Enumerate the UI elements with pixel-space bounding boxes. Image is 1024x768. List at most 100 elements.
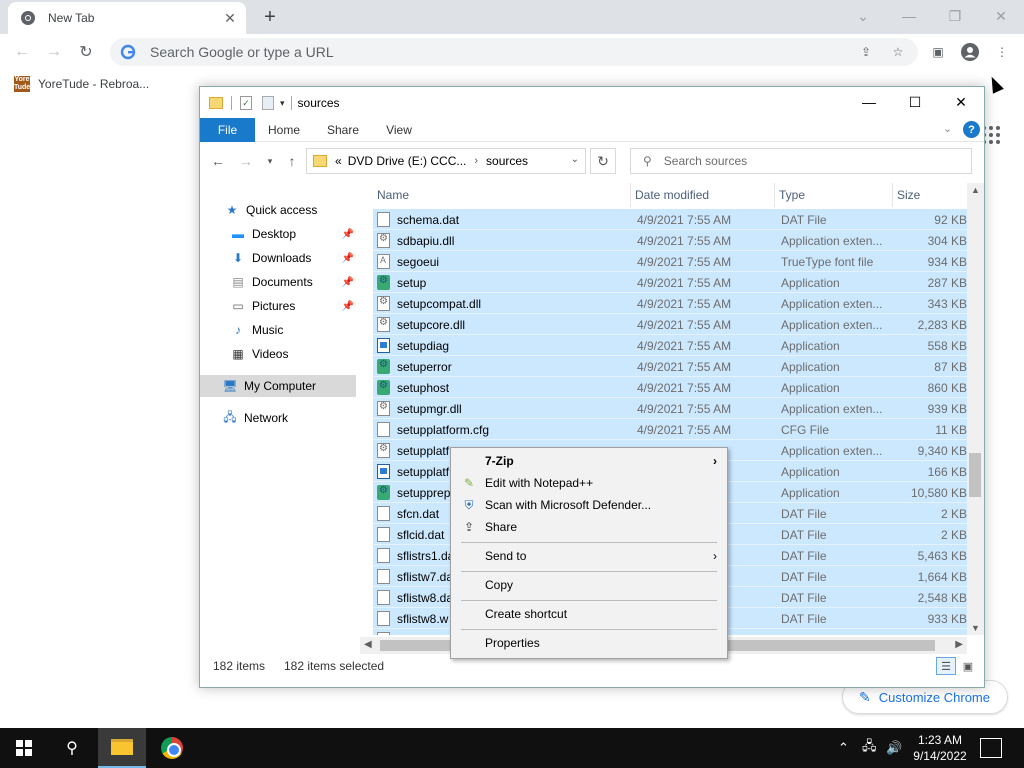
nav-my-computer[interactable]: 🖥 My Computer <box>200 375 356 397</box>
forward-arrow-icon[interactable]: → <box>40 38 68 66</box>
search-icon[interactable]: ⚲ <box>48 728 96 768</box>
table-row[interactable]: segoeui 4/9/2021 7:55 AM TrueType font fil… <box>373 251 967 272</box>
explorer-minimize-button[interactable]: — <box>846 87 892 117</box>
table-row[interactable]: setupcompat.dll 4/9/2021 7:55 AM Applicati… <box>373 293 967 314</box>
menu-item-send-to[interactable]: Send to › <box>453 545 725 567</box>
profile-avatar-icon[interactable] <box>956 38 984 66</box>
column-header-name[interactable]: Name <box>373 183 631 207</box>
properties-check-icon[interactable]: ✓ <box>240 96 252 110</box>
explorer-maximize-button[interactable]: ☐ <box>892 87 938 117</box>
nav-music[interactable]: ♪ Music <box>230 319 354 341</box>
nav-documents[interactable]: ▤ Documents 📌 <box>230 271 354 293</box>
nav-videos[interactable]: ▦ Videos <box>230 343 354 365</box>
file-name-cell: setuphost <box>377 377 629 398</box>
scroll-down-arrow-icon[interactable]: ▼ <box>971 623 980 633</box>
up-arrow-icon[interactable]: ↑ <box>282 151 302 171</box>
scroll-right-arrow-icon[interactable]: ▶ <box>955 639 963 650</box>
dll-file-icon <box>377 401 390 416</box>
chrome-menu-icon[interactable]: ⋮ <box>988 38 1016 66</box>
tab-new-tab[interactable]: New Tab ✕ <box>8 2 246 34</box>
breadcrumb-chevron-icon[interactable]: › <box>474 155 478 167</box>
scrollbar-thumb[interactable] <box>969 453 981 497</box>
chrome-restore-button[interactable]: ❐ <box>932 0 978 32</box>
column-header-date[interactable]: Date modified <box>631 183 775 207</box>
large-icons-view-icon[interactable]: ▣ <box>958 657 978 675</box>
volume-icon[interactable]: 🔊 <box>886 728 902 768</box>
start-button[interactable] <box>0 728 48 768</box>
table-row[interactable]: setup 4/9/2021 7:55 AM Application 287 KB <box>373 272 967 293</box>
network-tray-icon[interactable]: 🖧 <box>862 728 877 768</box>
nav-quick-access[interactable]: ★ Quick access <box>224 199 354 221</box>
menu-item-scan-defender[interactable]: ⛨ Scan with Microsoft Defender... <box>453 494 725 516</box>
ribbon-expand-chevron-icon[interactable]: ⌄ <box>943 122 952 135</box>
nav-downloads[interactable]: ⬇ Downloads 📌 <box>230 247 354 269</box>
ribbon-tab-view[interactable]: View <box>374 118 424 142</box>
chrome-close-button[interactable]: ✕ <box>978 0 1024 32</box>
back-arrow-icon[interactable]: ← <box>8 38 36 66</box>
tab-search-chevron-icon[interactable]: ⌄ <box>840 0 886 32</box>
table-row[interactable]: setuphost 4/9/2021 7:55 AM Application 860 … <box>373 377 967 398</box>
breadcrumb-overflow[interactable]: « <box>335 154 342 168</box>
help-icon[interactable]: ? <box>963 121 980 138</box>
table-row[interactable]: setupcore.dll 4/9/2021 7:55 AM Application… <box>373 314 967 335</box>
system-clock[interactable]: 1:23 AM 9/14/2022 <box>905 732 975 764</box>
table-row[interactable]: setupplatform.cfg 4/9/2021 7:55 AM CFG Fil… <box>373 419 967 440</box>
recent-locations-chevron-icon[interactable]: ▾ <box>260 151 280 171</box>
reload-icon[interactable]: ↻ <box>72 38 100 66</box>
details-view-icon[interactable]: ☰ <box>936 657 956 675</box>
ribbon-tab-share[interactable]: Share <box>316 118 370 142</box>
pin-icon[interactable]: 📌 <box>342 301 354 312</box>
taskbar-file-explorer[interactable] <box>98 728 146 768</box>
pin-icon[interactable]: 📌 <box>342 253 354 264</box>
vertical-scrollbar[interactable]: ▲ ▼ <box>967 183 984 635</box>
forward-arrow-icon[interactable]: → <box>236 151 256 171</box>
tab-close-icon[interactable]: ✕ <box>220 8 240 28</box>
table-row[interactable]: setupmgr.dll 4/9/2021 7:55 AM Application … <box>373 398 967 419</box>
breadcrumb-folder[interactable]: sources <box>486 154 528 168</box>
ribbon-tab-file[interactable]: File <box>200 118 255 142</box>
qat-dropdown-icon[interactable]: ▾ <box>280 98 285 109</box>
new-tab-button[interactable]: + <box>256 4 284 30</box>
folder-icon <box>209 97 223 109</box>
pin-icon[interactable]: 📌 <box>342 229 354 240</box>
nav-network[interactable]: 🖧 Network <box>222 407 352 429</box>
search-input[interactable]: ⚲ Search sources <box>630 148 972 174</box>
table-row[interactable]: setupdiag 4/9/2021 7:55 AM Application 558 … <box>373 335 967 356</box>
table-row[interactable]: schema.dat 4/9/2021 7:55 AM DAT File 92 KB <box>373 209 967 230</box>
pin-icon[interactable]: 📌 <box>342 277 354 288</box>
address-box[interactable]: « DVD Drive (E:) CCC... › sources ⌄ <box>306 148 586 174</box>
new-folder-icon[interactable] <box>262 96 274 110</box>
menu-item-edit-notepadpp[interactable]: ✎ Edit with Notepad++ <box>453 472 725 494</box>
share-page-icon[interactable]: ⇪ <box>854 40 878 64</box>
file-date: 4/9/2021 7:55 AM <box>637 422 732 437</box>
download-arrow-icon: ⬇ <box>232 251 244 265</box>
menu-item-share[interactable]: ⇪ Share <box>453 516 725 538</box>
menu-item-7zip[interactable]: 7-Zip › <box>453 450 725 472</box>
menu-item-copy[interactable]: Copy <box>453 574 725 596</box>
breadcrumb-drive[interactable]: DVD Drive (E:) CCC... <box>348 154 467 168</box>
scroll-up-arrow-icon[interactable]: ▲ <box>971 185 980 195</box>
nav-pictures[interactable]: ▭ Pictures 📌 <box>230 295 354 317</box>
back-arrow-icon[interactable]: ← <box>208 151 228 171</box>
bookmark-star-icon[interactable]: ☆ <box>886 40 910 64</box>
notification-center-icon[interactable] <box>980 738 1002 758</box>
ribbon-tab-home[interactable]: Home <box>256 118 312 142</box>
explorer-close-button[interactable]: ✕ <box>938 87 984 117</box>
address-dropdown-icon[interactable]: ⌄ <box>571 154 579 165</box>
file-explorer-icon <box>111 739 133 755</box>
chrome-minimize-button[interactable]: — <box>886 0 932 32</box>
scroll-left-arrow-icon[interactable]: ◀ <box>364 639 372 650</box>
bookmark-yoretude[interactable]: Yore Tude YoreTude - Rebroa... <box>14 75 149 93</box>
nav-desktop[interactable]: ▬ Desktop 📌 <box>230 223 354 245</box>
side-panel-icon[interactable]: ▣ <box>924 38 952 66</box>
menu-item-properties[interactable]: Properties <box>453 632 725 654</box>
table-row[interactable]: sdbapiu.dll 4/9/2021 7:55 AM Application e… <box>373 230 967 251</box>
column-header-type[interactable]: Type <box>775 183 893 207</box>
menu-item-create-shortcut[interactable]: Create shortcut <box>453 603 725 625</box>
show-hidden-icons-chevron-icon[interactable]: ⌃ <box>838 728 849 768</box>
refresh-button[interactable]: ↻ <box>590 148 616 174</box>
table-row[interactable]: setuperror 4/9/2021 7:55 AM Application 87 … <box>373 356 967 377</box>
omnibox[interactable]: Search Google or type a URL ⇪ ☆ <box>110 38 918 66</box>
column-header-size[interactable]: Size <box>893 183 967 207</box>
taskbar-chrome[interactable] <box>148 728 196 768</box>
